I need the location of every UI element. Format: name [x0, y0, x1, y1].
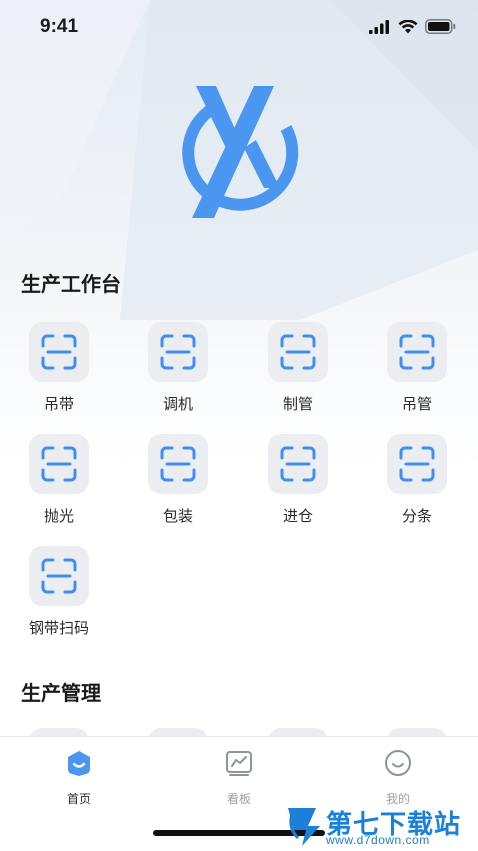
scan-icon [41, 558, 77, 594]
workbench-item-paoguang[interactable]: 抛光 [4, 434, 114, 544]
item-label: 钢带扫码 [28, 620, 89, 637]
scan-tile [268, 322, 328, 382]
scan-tile [387, 434, 447, 494]
workbench-item-zhiguan[interactable]: 制管 [243, 322, 353, 432]
watermark-logo-icon [288, 808, 320, 846]
battery-icon [425, 19, 456, 34]
scan-tile [387, 322, 447, 382]
section-title-management: 生产管理 [21, 683, 101, 705]
tab-home[interactable]: 首页 [24, 749, 134, 809]
scan-tile [268, 434, 328, 494]
scan-icon [160, 446, 196, 482]
tab-dashboard[interactable]: 看板 [184, 749, 294, 809]
watermark-url: www.d7down.com [326, 833, 430, 847]
scan-icon [280, 334, 316, 370]
item-label: 制管 [282, 396, 313, 413]
section-title-workbench: 生产工作台 [21, 274, 121, 296]
item-label: 包装 [162, 508, 193, 525]
tab-label: 首页 [66, 792, 91, 806]
item-label: 抛光 [43, 508, 74, 525]
tab-label: 看板 [226, 792, 251, 806]
scan-tile [148, 322, 208, 382]
scan-icon [41, 446, 77, 482]
workbench-item-steel-strip-scan[interactable]: 钢带扫码 [4, 546, 114, 656]
workbench-item-diaoguan[interactable]: 吊管 [362, 322, 472, 432]
scan-tile [148, 434, 208, 494]
item-label: 进仓 [282, 508, 313, 525]
item-label: 吊管 [401, 396, 432, 413]
signal-icon [369, 19, 389, 34]
item-label: 吊带 [43, 396, 74, 413]
scan-icon [160, 334, 196, 370]
workbench-item-diaodai[interactable]: 吊带 [4, 322, 114, 432]
app-logo [182, 86, 299, 218]
scan-tile [29, 434, 89, 494]
item-label: 分条 [401, 508, 432, 525]
item-label: 调机 [162, 396, 193, 413]
status-time: 9:41 [40, 16, 79, 37]
status-icons [369, 19, 456, 34]
scan-tile [29, 546, 89, 606]
workbench-item-fentiao[interactable]: 分条 [362, 434, 472, 544]
wifi-icon [398, 19, 418, 33]
scan-icon [399, 446, 435, 482]
chart-icon [226, 751, 252, 776]
workbench-item-tiaoji[interactable]: 调机 [123, 322, 233, 432]
scan-tile [29, 322, 89, 382]
status-bar: 9:41 [0, 0, 478, 58]
scan-icon [41, 334, 77, 370]
home-icon [68, 751, 90, 776]
watermark: 第七下载站 www.d7down.com [284, 800, 478, 850]
scan-icon [280, 446, 316, 482]
smile-icon [385, 750, 411, 776]
workbench-item-jincang[interactable]: 进仓 [243, 434, 353, 544]
scan-icon [399, 334, 435, 370]
workbench-item-baozhuang[interactable]: 包装 [123, 434, 233, 544]
